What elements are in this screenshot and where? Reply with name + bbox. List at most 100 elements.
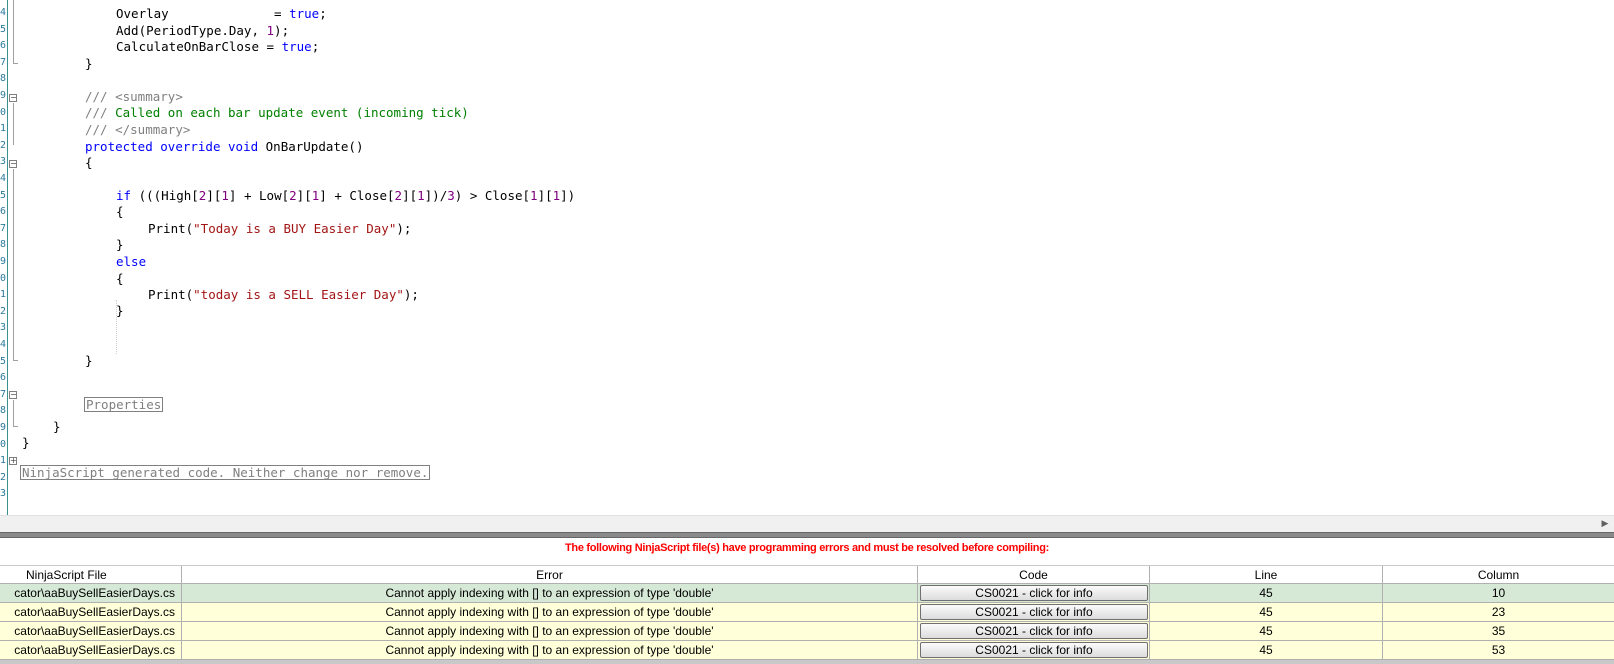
code-line: { [116, 271, 124, 286]
column-cell: 35 [1491, 624, 1506, 638]
line-number: 8 [0, 73, 6, 85]
code-line: /// <summary> [85, 89, 183, 104]
fold-minus-icon[interactable]: − [9, 94, 17, 102]
column-header-line[interactable]: Line [1150, 566, 1383, 584]
column-header-code[interactable]: Code [918, 566, 1150, 584]
line-number: 4 [0, 339, 6, 350]
line-number: 2 [0, 139, 6, 151]
fold-line [13, 0, 14, 63]
code-line: } [85, 353, 93, 368]
line-number: 1 [0, 123, 6, 135]
line-number: 7 [0, 388, 6, 400]
code-line: else [116, 254, 147, 269]
line-cell: 45 [1150, 603, 1383, 621]
code-line: } [116, 237, 124, 252]
fold-minus-icon[interactable]: − [9, 160, 17, 168]
code-line: } [116, 303, 124, 318]
code-line: } [53, 419, 61, 434]
code-line: } [85, 56, 93, 71]
fold-plus-icon[interactable]: + [9, 457, 17, 465]
fold-end-marker [13, 63, 18, 64]
line-number: 7 [0, 222, 6, 234]
line-number: 8 [0, 405, 6, 417]
line-number: 3 [0, 156, 6, 168]
error-cell: Cannot apply indexing with [] to an expr… [182, 584, 918, 602]
fold-end-marker [13, 360, 18, 361]
horizontal-scrollbar[interactable]: ▶ [0, 515, 1614, 533]
error-cell: Cannot apply indexing with [] to an expr… [182, 622, 918, 640]
panel-bottom-border [0, 660, 1614, 664]
scroll-right-icon[interactable]: ▶ [1600, 518, 1610, 530]
line-number: 9 [0, 422, 6, 433]
line-number: 9 [0, 256, 6, 267]
code-line: Add(PeriodType.Day, 1); [116, 23, 290, 38]
line-number: 0 [0, 106, 6, 118]
fold-line [13, 169, 14, 360]
code-line: /// </summary> [85, 122, 191, 137]
file-cell: cator\aaBuySellEasierDays.cs [0, 641, 182, 659]
line-cell: 45 [1150, 641, 1383, 659]
column-header-column[interactable]: Column [1383, 566, 1614, 584]
code-line: if (((High[2][1] + Low[2][1] + Close[2][… [116, 188, 576, 203]
line-number: 2 [0, 305, 6, 317]
table-row[interactable]: cator\aaBuySellEasierDays.cs Cannot appl… [0, 603, 1614, 622]
code-line: { [116, 204, 124, 219]
line-cell: 45 [1150, 584, 1383, 602]
fold-end-marker [13, 426, 18, 427]
file-cell: cator\aaBuySellEasierDays.cs [0, 603, 182, 621]
code-line: /// Called on each bar update event (inc… [85, 105, 469, 120]
table-header: NinjaScript File Error Code Line Column [0, 565, 1614, 584]
line-number-gutter: 4 5 6 7 8 9 0 1 2 3 4 5 6 7 8 9 0 1 2 3 4 5 6 7 8 9 0 1 2 3 [0, 0, 8, 515]
code-line: Print("Today is a BUY Easier Day"); [148, 221, 412, 236]
info-button[interactable]: CS0021 - click for info [920, 604, 1148, 620]
line-number: 9 [0, 90, 6, 101]
line-cell: 45 [1150, 622, 1383, 640]
error-cell: Cannot apply indexing with [] to an expr… [182, 603, 918, 621]
column-cell: 53 [1491, 643, 1506, 657]
region-properties[interactable]: Properties [84, 397, 164, 412]
error-cell: Cannot apply indexing with [] to an expr… [182, 641, 918, 659]
line-number: 1 [0, 455, 6, 467]
fold-line [13, 103, 14, 145]
info-button[interactable]: CS0021 - click for info [920, 623, 1148, 639]
column-cell: 10 [1491, 586, 1506, 600]
line-number: 5 [0, 355, 6, 367]
table-row[interactable]: cator\aaBuySellEasierDays.cs Cannot appl… [0, 584, 1614, 603]
line-number: 6 [0, 372, 6, 384]
file-cell: cator\aaBuySellEasierDays.cs [0, 622, 182, 640]
column-cell: 23 [1491, 605, 1506, 619]
column-header-file[interactable]: NinjaScript File [0, 566, 182, 584]
code-line: Overlay = true; [116, 6, 327, 21]
line-number: 3 [0, 322, 6, 334]
info-button[interactable]: CS0021 - click for info [920, 585, 1148, 601]
table-row[interactable]: cator\aaBuySellEasierDays.cs Cannot appl… [0, 622, 1614, 641]
line-number: 3 [0, 488, 6, 500]
line-number: 5 [0, 23, 6, 35]
code-editor[interactable]: 4 5 6 7 8 9 0 1 2 3 4 5 6 7 8 9 0 1 2 3 4 5 6 7 8 9 0 1 2 3 − − − + O… [0, 0, 1614, 515]
error-panel: The following NinjaScript file(s) have p… [0, 538, 1614, 664]
code-line: Print("today is a SELL Easier Day"); [148, 287, 419, 302]
fold-minus-icon[interactable]: − [9, 391, 17, 399]
line-number: 4 [0, 7, 6, 18]
line-number: 1 [0, 289, 6, 301]
info-button[interactable]: CS0021 - click for info [920, 642, 1148, 658]
code-line: } [22, 435, 30, 450]
line-number: 6 [0, 206, 6, 218]
line-number: 6 [0, 40, 6, 52]
region-generated-code[interactable]: NinjaScript generated code. Neither chan… [20, 465, 431, 480]
code-line: { [85, 155, 93, 170]
line-number: 0 [0, 438, 6, 450]
line-number: 5 [0, 189, 6, 201]
line-number: 4 [0, 173, 6, 184]
code-line: CalculateOnBarClose = true; [116, 39, 320, 54]
line-number: 0 [0, 272, 6, 284]
table-row[interactable]: cator\aaBuySellEasierDays.cs Cannot appl… [0, 641, 1614, 660]
fold-line [13, 400, 14, 426]
file-cell: cator\aaBuySellEasierDays.cs [0, 584, 182, 602]
error-message: The following NinjaScript file(s) have p… [564, 542, 1049, 554]
column-header-error[interactable]: Error [182, 566, 918, 584]
line-number: 7 [0, 56, 6, 68]
line-number: 2 [0, 471, 6, 483]
code-line: protected override void OnBarUpdate() [85, 139, 364, 154]
line-number: 8 [0, 239, 6, 251]
